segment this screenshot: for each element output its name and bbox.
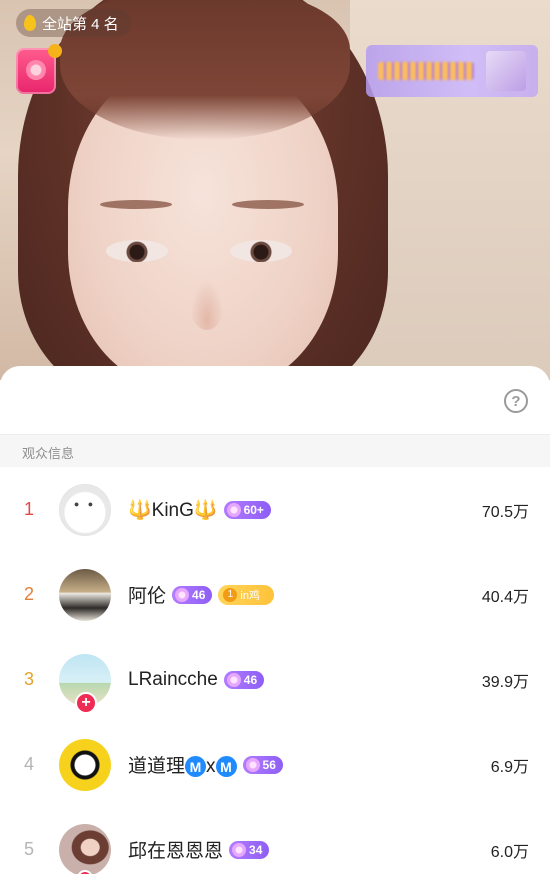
- banner-graphic: [378, 62, 474, 80]
- viewer-row[interactable]: 5 邱在恩恩恩 34 6.0万: [0, 807, 550, 874]
- site-rank-pill[interactable]: 全站第 4 名: [16, 9, 131, 37]
- m-badge-icon: M: [185, 756, 207, 778]
- contribution-score: 70.5万: [481, 503, 529, 521]
- activity-banner[interactable]: [366, 45, 538, 97]
- contribution-score: 40.4万: [481, 588, 529, 606]
- level-badge: 60+: [223, 500, 271, 519]
- viewer-row[interactable]: 3 + LRaincche 46 39.9万: [0, 637, 550, 722]
- viewer-name: 邱在恩恩恩: [128, 841, 224, 862]
- viewer-row[interactable]: 2 阿伦 46 in鸡 40.4万: [0, 552, 550, 637]
- right-brow: [232, 200, 304, 209]
- m-badge-icon: M: [215, 756, 237, 778]
- rank-number: 1: [23, 499, 34, 519]
- viewer-row[interactable]: 4 道道理 Mx M 56 6.9万: [0, 722, 550, 807]
- nose: [190, 280, 224, 330]
- rank-number: 3: [23, 669, 34, 689]
- contribution-score: 39.9万: [481, 673, 529, 691]
- section-header: 观众信息: [0, 434, 550, 467]
- avatar[interactable]: [59, 483, 111, 536]
- contribution-score: 6.9万: [490, 758, 529, 776]
- avatar[interactable]: [59, 823, 111, 874]
- rank-number: 5: [23, 839, 34, 859]
- help-icon[interactable]: ?: [504, 389, 528, 413]
- live-video[interactable]: 全站第 4 名: [0, 0, 550, 380]
- viewer-name: LRaincche: [128, 668, 218, 690]
- rank-number: 2: [23, 584, 34, 604]
- site-rank-text: 全站第 4 名: [42, 15, 119, 33]
- avatar[interactable]: +: [59, 653, 111, 714]
- avatar[interactable]: [59, 568, 111, 621]
- level-badge: 46: [223, 670, 265, 689]
- left-brow: [100, 200, 172, 209]
- avatar[interactable]: [59, 738, 111, 791]
- viewer-name: 🔱KinG🔱: [128, 499, 218, 521]
- follow-plus-icon[interactable]: +: [75, 691, 97, 714]
- section-title: 观众信息: [22, 446, 75, 461]
- rank-number: 4: [23, 754, 34, 774]
- viewer-name: 道道理 Mx M: [128, 751, 237, 778]
- left-eye: [106, 240, 168, 262]
- viewer-row[interactable]: 1 🔱KinG🔱 60+ 70.5万: [0, 467, 550, 552]
- fan-club-badge: in鸡: [218, 584, 274, 605]
- right-eye: [230, 240, 292, 262]
- gift-badge: [48, 44, 62, 58]
- banner-sparkle-icon: [486, 51, 526, 91]
- level-badge: 34: [229, 840, 270, 859]
- viewer-list: 1 🔱KinG🔱 60+ 70.5万 2 阿伦 46 in鸡 40.4万 3 +: [0, 467, 550, 874]
- level-badge: 56: [242, 755, 283, 774]
- flame-icon: [24, 15, 36, 31]
- gift-icon[interactable]: [16, 44, 62, 94]
- contribution-score: 6.0万: [490, 843, 529, 861]
- audience-sheet: ? 观众信息 1 🔱KinG🔱 60+ 70.5万 2 阿伦 46 in鸡 40…: [0, 366, 550, 874]
- level-badge: 46: [172, 585, 213, 604]
- viewer-name: 阿伦: [128, 586, 167, 607]
